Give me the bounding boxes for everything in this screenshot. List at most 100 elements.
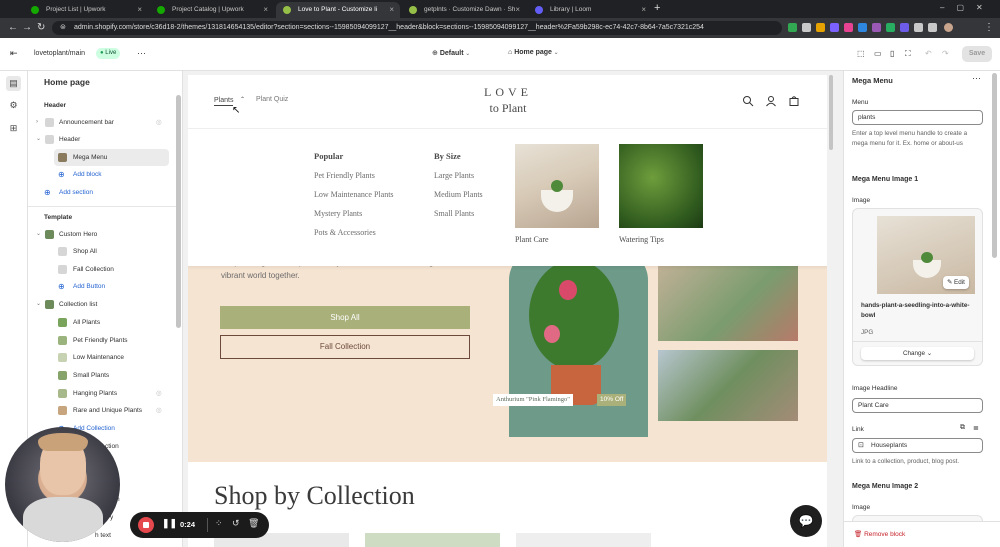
webcam-bubble[interactable] (5, 427, 120, 542)
pause-icon[interactable]: ❚❚ (162, 518, 177, 529)
close-tab-icon[interactable]: × (641, 2, 646, 18)
browser-tab[interactable]: Project Catalog | Upwork × (150, 2, 274, 18)
menu-input[interactable]: plants (852, 110, 983, 125)
mega-image-caption[interactable]: Watering Tips (619, 235, 664, 244)
section-custom-hero[interactable]: ⌄ Custom Hero (28, 226, 178, 243)
shop-all-button[interactable]: Shop All (220, 306, 470, 329)
preview-scrollbar[interactable] (829, 75, 833, 150)
extension-icon[interactable] (900, 23, 909, 32)
url-field[interactable]: ⊜ admin.shopify.com/store/c36d18-2/themes… (52, 21, 782, 35)
block-collection[interactable]: Rare and Unique Plants ◎ (28, 402, 178, 419)
stop-recording-button[interactable] (138, 517, 154, 533)
mega-link[interactable]: Low Maintenance Plants (314, 190, 394, 199)
mobile-preview-icon[interactable]: ▯ (890, 49, 894, 58)
external-link-icon[interactable]: ⧉ (960, 424, 965, 432)
browser-tab-active[interactable]: Love to Plant - Customize li × (276, 2, 400, 18)
block-collection[interactable]: All Plants (28, 314, 178, 331)
search-icon[interactable] (742, 95, 754, 107)
add-button-button[interactable]: ⊕ Add Button (28, 278, 178, 295)
extension-icon[interactable] (872, 23, 881, 32)
account-icon[interactable] (765, 95, 777, 107)
site-info-icon[interactable]: ⊜ (60, 21, 66, 35)
add-section-button[interactable]: ⊕ Add section (28, 184, 178, 201)
mega-link[interactable]: Mystery Plants (314, 209, 362, 218)
block-mega-menu[interactable]: Mega Menu (54, 149, 169, 166)
drag-handle-icon[interactable]: ⁘ (215, 518, 223, 529)
store-logo-line1[interactable]: LOVE (468, 85, 548, 100)
collection-card[interactable] (516, 533, 651, 547)
sections-icon[interactable]: ▤ (6, 76, 21, 91)
app-embeds-icon[interactable]: ⊞ (6, 121, 21, 136)
new-tab-icon[interactable]: + (654, 2, 660, 14)
trash-icon[interactable]: 🗑 (248, 518, 259, 529)
section-announcement-bar[interactable]: › Announcement bar ◎ (28, 114, 178, 131)
add-block-button[interactable]: ⊕ Add block (28, 166, 178, 183)
change-image-button[interactable]: Change ⌄ (861, 347, 974, 360)
block-shop-all[interactable]: Shop All (28, 243, 178, 260)
mega-image-watering-tips[interactable] (619, 144, 703, 228)
nav-link-plant-quiz[interactable]: Plant Quiz (256, 96, 288, 103)
sidebar-toggle-icon[interactable] (928, 23, 937, 32)
fall-collection-button[interactable]: Fall Collection (220, 335, 470, 359)
nav-link-plants[interactable]: Plants (214, 96, 234, 106)
forward-icon[interactable]: → (22, 18, 32, 38)
theme-select[interactable]: ⊕ Default ⌄ (432, 49, 470, 57)
browser-tab[interactable]: getplnts · Customize Dawn · Sh × (402, 2, 526, 18)
collection-card[interactable] (365, 533, 500, 547)
panel-scrollbar[interactable] (992, 73, 997, 258)
sidebar-scrollbar[interactable] (176, 95, 181, 328)
extension-icon[interactable] (830, 23, 839, 32)
remove-block-button[interactable]: 🗑 Remove block (854, 530, 905, 538)
block-collection[interactable]: Hanging Plants ◎ (28, 385, 178, 402)
close-tab-icon[interactable]: × (515, 2, 520, 18)
save-button[interactable]: Save (962, 46, 992, 62)
store-logo-line2[interactable]: to Plant (468, 101, 548, 116)
visibility-icon[interactable]: ◎ (156, 114, 162, 131)
restart-icon[interactable]: ↺ (232, 518, 240, 529)
close-tab-icon[interactable]: × (137, 2, 142, 18)
undo-icon[interactable]: ↶ (925, 49, 932, 58)
extension-icon[interactable] (816, 23, 825, 32)
mega-link[interactable]: Medium Plants (434, 190, 483, 199)
extension-icon[interactable] (802, 23, 811, 32)
profile-avatar[interactable] (944, 23, 953, 32)
extension-icon[interactable] (886, 23, 895, 32)
mega-image-caption[interactable]: Plant Care (515, 235, 549, 244)
section-header[interactable]: ⌄ Header (28, 131, 178, 148)
cart-icon[interactable] (788, 95, 800, 107)
mega-link[interactable]: Large Plants (434, 171, 474, 180)
block-collection[interactable]: Low Maintenance (28, 349, 178, 366)
link-input[interactable]: ⊡ Houseplants (852, 438, 983, 453)
block-collection[interactable]: Pet Friendly Plants (28, 332, 178, 349)
more-actions-icon[interactable]: ··· (972, 73, 981, 83)
desktop-preview-icon[interactable]: ▭ (874, 49, 882, 58)
mega-link[interactable]: Pots & Accessories (314, 228, 376, 237)
redo-icon[interactable]: ↷ (942, 49, 949, 58)
mega-image-plant-care[interactable] (515, 144, 599, 228)
extension-icon[interactable] (858, 23, 867, 32)
visibility-icon[interactable]: ◎ (156, 385, 162, 402)
mega-link[interactable]: Small Plants (434, 209, 474, 218)
block-fall-collection[interactable]: Fall Collection (28, 261, 178, 278)
browser-menu-icon[interactable]: ⋮ (984, 18, 994, 38)
exit-icon[interactable]: ⇤ (10, 48, 18, 59)
extension-icon[interactable] (844, 23, 853, 32)
headline-input[interactable]: Plant Care (852, 398, 983, 413)
puzzle-icon[interactable] (914, 23, 923, 32)
page-select[interactable]: ⌂ Home page ⌄ (508, 49, 559, 56)
edit-image-button[interactable]: ✎ Edit (943, 276, 969, 289)
mega-link[interactable]: Pet Friendly Plants (314, 171, 375, 180)
back-icon[interactable]: ← (8, 18, 18, 38)
close-tab-icon[interactable]: × (263, 2, 268, 18)
browser-tab[interactable]: Project List | Upwork × (24, 2, 148, 18)
block-collection[interactable]: Small Plants (28, 367, 178, 384)
more-actions-icon[interactable]: ··· (137, 48, 146, 58)
close-tab-icon[interactable]: × (389, 2, 394, 18)
visibility-icon[interactable]: ◎ (156, 402, 162, 419)
browser-tab[interactable]: Library | Loom × (528, 2, 652, 18)
inspector-icon[interactable]: ⬚ (857, 49, 865, 58)
theme-settings-icon[interactable]: ⚙ (6, 98, 21, 113)
section-collection-list[interactable]: ⌄ Collection list (28, 296, 178, 313)
extension-icon[interactable] (788, 23, 797, 32)
window-controls[interactable]: –▢✕ (940, 3, 995, 12)
